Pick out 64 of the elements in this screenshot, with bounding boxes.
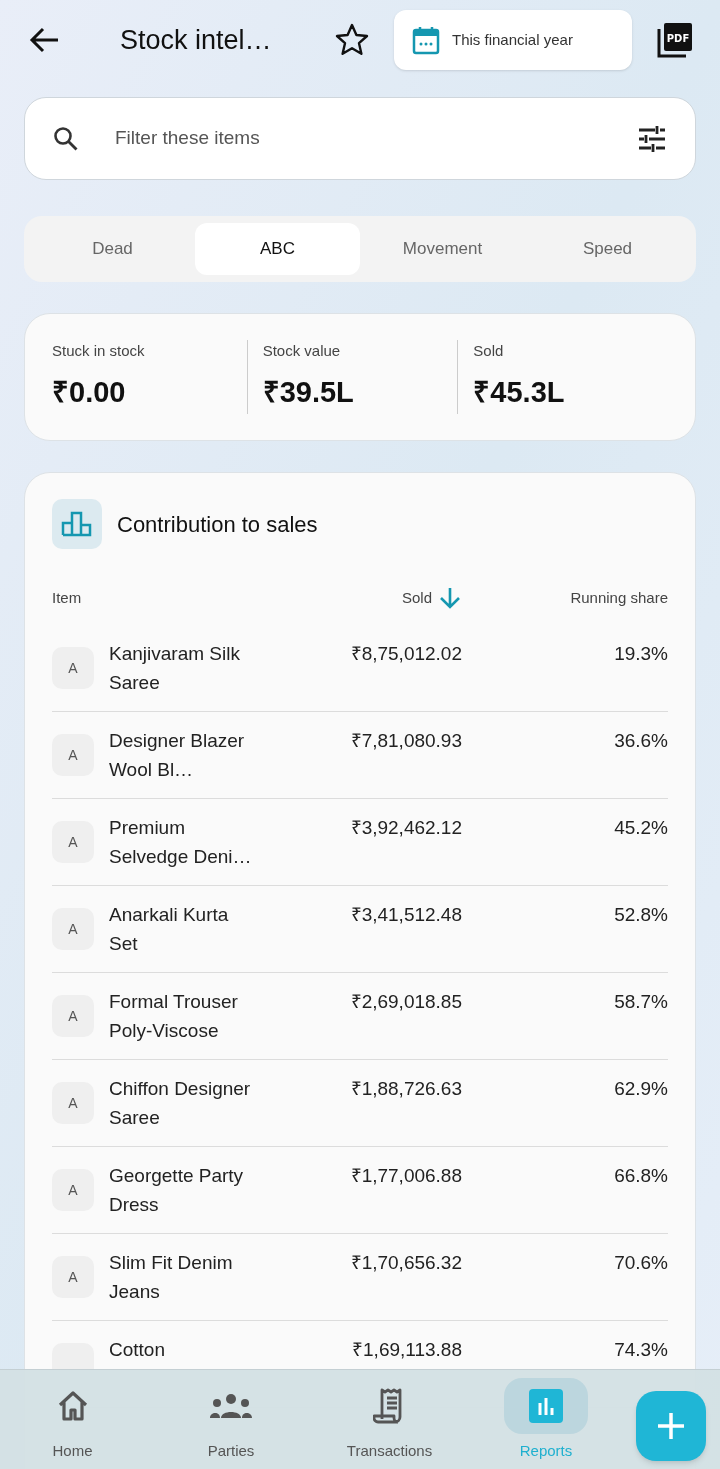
sold-amount: ₹1,88,726.63 [349, 1077, 462, 1101]
class-badge: A [52, 1256, 94, 1298]
running-share: 70.6% [613, 1251, 668, 1275]
item-name: Kanjivaram Silk Saree [109, 642, 241, 695]
item-name: Premium Selvedge Deni… [109, 816, 253, 869]
sold-amount: ₹8,75,012.02 [349, 642, 462, 666]
sold-amount: ₹7,81,080.93 [349, 729, 462, 753]
running-share: 74.3% [613, 1338, 668, 1362]
sort-arrow-icon[interactable] [438, 586, 462, 610]
item-name: Cotton [109, 1338, 166, 1362]
sold-amount: ₹2,69,018.85 [349, 990, 462, 1014]
nav-tab[interactable]: Home [0, 1370, 145, 1463]
tab[interactable]: Dead [30, 223, 195, 275]
bar-chart-icon [529, 1389, 563, 1423]
class-badge: A [52, 1169, 94, 1211]
sold-amount: ₹3,92,462.12 [349, 816, 462, 840]
sold-amount: ₹1,77,006.88 [349, 1164, 462, 1188]
item-name: Chiffon Designer Saree [109, 1077, 252, 1130]
sold-amount: ₹3,41,512.48 [349, 903, 462, 927]
stat-value: ₹45.3L [473, 374, 566, 410]
people-icon [209, 1391, 253, 1421]
sold-amount: ₹1,70,656.32 [349, 1251, 462, 1275]
running-share: 66.8% [613, 1164, 668, 1188]
search-icon [53, 125, 79, 152]
stat-value: ₹39.5L [262, 374, 355, 410]
running-share: 62.9% [613, 1077, 668, 1101]
running-share: 58.7% [613, 990, 668, 1014]
column-header[interactable]: Item [52, 586, 82, 610]
sold-amount: ₹1,69,113.88 [351, 1338, 462, 1362]
class-badge: A [52, 647, 94, 689]
search-bar[interactable]: Filter these items [24, 97, 696, 180]
page-title: Stock intel… [120, 23, 273, 57]
calendar-icon [412, 25, 440, 55]
plus-icon [656, 1411, 686, 1441]
item-name: Georgette Party Dress [109, 1164, 245, 1217]
search-field[interactable]: Filter these items [115, 124, 637, 153]
stat-value: ₹0.00 [52, 374, 127, 410]
period-button[interactable]: This financial year [394, 10, 632, 70]
nav-tab[interactable]: Parties [145, 1370, 317, 1463]
nav-tab[interactable]: Transactions [317, 1370, 462, 1463]
filter-icon[interactable] [637, 125, 667, 152]
class-badge: A [52, 908, 94, 950]
class-badge: A [52, 821, 94, 863]
tab[interactable]: ABC [195, 223, 360, 275]
item-name: Designer Blazer Wool Bl… [109, 729, 246, 782]
stat-label: Stuck in stock [52, 341, 146, 361]
running-share: 45.2% [613, 816, 668, 840]
class-badge: A [52, 734, 94, 776]
column-header[interactable]: Running share [570, 586, 668, 610]
running-share: 52.8% [613, 903, 668, 927]
chart-icon [52, 499, 102, 549]
item-name: Anarkali Kurta Set [109, 903, 230, 956]
stat-label: Stock value [262, 341, 342, 361]
tab[interactable]: Speed [525, 223, 690, 275]
item-name: Slim Fit Denim Jeans [109, 1251, 234, 1304]
tab[interactable]: Movement [360, 223, 525, 275]
running-share: 19.3% [613, 642, 668, 666]
class-badge: A [52, 1082, 94, 1124]
running-share: 36.6% [613, 729, 668, 753]
column-header[interactable]: Sold [401, 586, 432, 610]
item-name: Formal Trouser Poly-Viscose [109, 990, 239, 1043]
stat-label: Sold [473, 341, 505, 361]
class-badge: A [52, 995, 94, 1037]
section-title: Contribution to sales [117, 510, 318, 539]
